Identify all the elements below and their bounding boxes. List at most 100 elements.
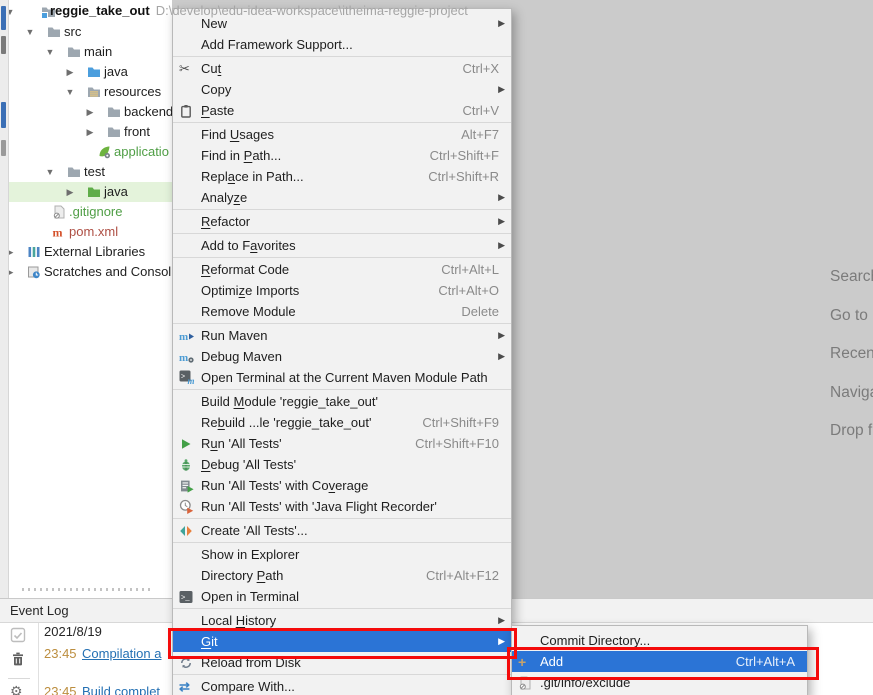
menu-item-debug-maven[interactable]: mDebug Maven▶ — [173, 346, 511, 367]
menu-item-cut[interactable]: ✂CutCtrl+X — [173, 58, 511, 79]
scratches-icon — [27, 265, 41, 279]
svg-text:m: m — [179, 352, 188, 364]
trash-icon[interactable] — [10, 651, 26, 667]
chevron-collapsed-icon[interactable]: ▶ — [84, 122, 96, 142]
chevron-collapsed-icon[interactable]: ▶ — [8, 242, 16, 262]
menu-item-add-framework-support[interactable]: Add Framework Support... — [173, 34, 511, 55]
menu-item-label: Debug Maven — [201, 349, 282, 364]
chevron-collapsed-icon[interactable]: ▶ — [8, 262, 16, 282]
menu-item-find-in-path[interactable]: Find in Path...Ctrl+Shift+F — [173, 145, 511, 166]
menu-item-add-to-favorites[interactable]: Add to Favorites▶ — [173, 235, 511, 256]
menu-item-icon-slot — [179, 568, 201, 583]
menu-item-icon-slot — [179, 214, 201, 229]
chevron-expanded-icon[interactable]: ▼ — [8, 2, 16, 22]
submenu-arrow-icon: ▶ — [493, 216, 507, 227]
tree-item-label: front — [124, 122, 150, 142]
event-log-link[interactable]: Compilation a — [82, 646, 162, 661]
menu-item-copy[interactable]: Copy▶ — [173, 79, 511, 100]
menu-separator — [173, 233, 511, 234]
tree-item-main[interactable]: ▼ main — [8, 42, 172, 62]
menu-item-icon-slot — [179, 415, 201, 430]
menu-item-show-in-explorer[interactable]: Show in Explorer — [173, 544, 511, 565]
menu-item-git[interactable]: Git▶ — [173, 631, 511, 652]
menu-item-new[interactable]: New▶ — [173, 13, 511, 34]
tree-item-gitignore[interactable]: .gitignore — [8, 202, 172, 222]
folder-source-icon — [87, 65, 101, 79]
editor-hint-recent: Recent — [830, 345, 873, 363]
debug-bug-icon — [179, 457, 201, 472]
checkmark-box-icon[interactable] — [10, 627, 26, 643]
project-tree-panel: ▼▼src▼main▶java▼resources▶backend▶fronta… — [8, 0, 172, 598]
menu-item-icon-slot — [179, 190, 201, 205]
menu-item-optimize-imports[interactable]: Optimize ImportsCtrl+Alt+O — [173, 280, 511, 301]
chevron-collapsed-icon[interactable]: ▶ — [84, 102, 96, 122]
event-log-link[interactable]: Build complet — [82, 684, 160, 695]
tree-item-resources[interactable]: ▼resources — [8, 82, 172, 102]
tree-item-external-libraries[interactable]: ▶External Libraries — [8, 242, 172, 262]
gear-icon[interactable]: ⚙ — [10, 683, 26, 695]
tree-item-label: java — [104, 62, 128, 82]
chevron-expanded-icon[interactable]: ▼ — [64, 82, 76, 102]
menu-item-run-all-tests[interactable]: Run 'All Tests'Ctrl+Shift+F10 — [173, 433, 511, 454]
menu-item-debug-all-tests[interactable]: Debug 'All Tests' — [173, 454, 511, 475]
menu-item-replace-in-path[interactable]: Replace in Path...Ctrl+Shift+R — [173, 166, 511, 187]
run-maven-icon: m — [179, 328, 201, 343]
menu-item-label: Open in Terminal — [201, 589, 299, 604]
menu-item-reformat-code[interactable]: Reformat CodeCtrl+Alt+L — [173, 259, 511, 280]
menu-item-shortcut: Ctrl+Alt+L — [441, 262, 507, 277]
event-log-timestamp: 23:45 — [44, 644, 82, 664]
tree-item-backend[interactable]: ▶backend — [8, 102, 172, 122]
menu-item-reload-from-disk[interactable]: Reload from Disk — [173, 652, 511, 673]
tree-item-scratches-and-consol[interactable]: ▶Scratches and Consol — [8, 262, 172, 282]
menu-item-analyze[interactable]: Analyze▶ — [173, 187, 511, 208]
menu-item-open-in-terminal[interactable]: >_Open in Terminal — [173, 586, 511, 607]
chevron-collapsed-icon[interactable]: ▶ — [64, 182, 76, 202]
panel-resize-grip[interactable] — [22, 588, 150, 591]
menu-separator — [173, 257, 511, 258]
menu-item-open-terminal-at-the-current-maven-module-path[interactable]: >mOpen Terminal at the Current Maven Mod… — [173, 367, 511, 388]
left-tool-stripe — [0, 0, 9, 598]
chevron-expanded-icon[interactable]: ▼ — [44, 162, 56, 182]
tree-item-front[interactable]: ▶ front — [8, 122, 172, 142]
tree-item-pom-xml[interactable]: mpom.xml — [8, 222, 172, 242]
menu-item-commit-directory[interactable]: Commit Directory... — [512, 630, 807, 651]
plus-icon: + — [518, 654, 540, 669]
tree-item-test[interactable]: ▼test — [8, 162, 172, 182]
ide-window: SearchGo toRecentNavigaDrop f ▼▼src▼main… — [0, 0, 873, 695]
tree-item-label: main — [84, 42, 112, 62]
menu-item-label: Optimize Imports — [201, 283, 299, 298]
menu-item-create-all-tests[interactable]: Create 'All Tests'... — [173, 520, 511, 541]
tree-item-reggie-take-out[interactable]: ▼ — [8, 2, 172, 22]
coverage-icon — [179, 478, 201, 493]
tree-item-src[interactable]: ▼src — [8, 22, 172, 42]
submenu-arrow-icon: ▶ — [493, 18, 507, 29]
menu-item-build-module-reggie-take-out[interactable]: Build Module 'reggie_take_out' — [173, 391, 511, 412]
menu-item-refactor[interactable]: Refactor▶ — [173, 211, 511, 232]
menu-item-compare-with[interactable]: ⇄Compare With... — [173, 676, 511, 695]
menu-item-icon-slot — [179, 613, 201, 628]
svg-text:m: m — [179, 331, 188, 343]
chevron-expanded-icon[interactable]: ▼ — [24, 22, 36, 42]
tree-item-applicatio[interactable]: applicatio — [8, 142, 172, 162]
menu-item-find-usages[interactable]: Find UsagesAlt+F7 — [173, 124, 511, 145]
menu-item-remove-module[interactable]: Remove ModuleDelete — [173, 301, 511, 322]
menu-item-local-history[interactable]: Local History▶ — [173, 610, 511, 631]
menu-item-run-all-tests-with-coverage[interactable]: Run 'All Tests' with Coverage — [173, 475, 511, 496]
menu-item-shortcut: Ctrl+Shift+F10 — [415, 436, 507, 451]
menu-item-run-maven[interactable]: mRun Maven▶ — [173, 325, 511, 346]
tree-item-java[interactable]: ▶ java — [8, 62, 172, 82]
tree-item-java[interactable]: ▶java — [8, 182, 172, 202]
chevron-collapsed-icon[interactable]: ▶ — [64, 62, 76, 82]
menu-item-paste[interactable]: PasteCtrl+V — [173, 100, 511, 121]
menu-item-label: Add — [540, 654, 563, 669]
menu-item-add[interactable]: +AddCtrl+Alt+A — [512, 651, 807, 672]
menu-item-git-info-exclude[interactable]: .git/info/exclude — [512, 672, 807, 693]
menu-item-rebuild-le-reggie-take-out[interactable]: Rebuild ...le 'reggie_take_out'Ctrl+Shif… — [173, 412, 511, 433]
menu-item-label: Replace in Path... — [201, 169, 304, 184]
chevron-expanded-icon[interactable]: ▼ — [44, 42, 56, 62]
git-submenu: Commit Directory...+AddCtrl+Alt+A.git/in… — [511, 625, 808, 695]
menu-item-run-all-tests-with-java-flight-recorder[interactable]: Run 'All Tests' with 'Java Flight Record… — [173, 496, 511, 517]
menu-item-label: Create 'All Tests'... — [201, 523, 308, 538]
menu-item-directory-path[interactable]: Directory PathCtrl+Alt+F12 — [173, 565, 511, 586]
menu-item-label: Rebuild ...le 'reggie_take_out' — [201, 415, 371, 430]
